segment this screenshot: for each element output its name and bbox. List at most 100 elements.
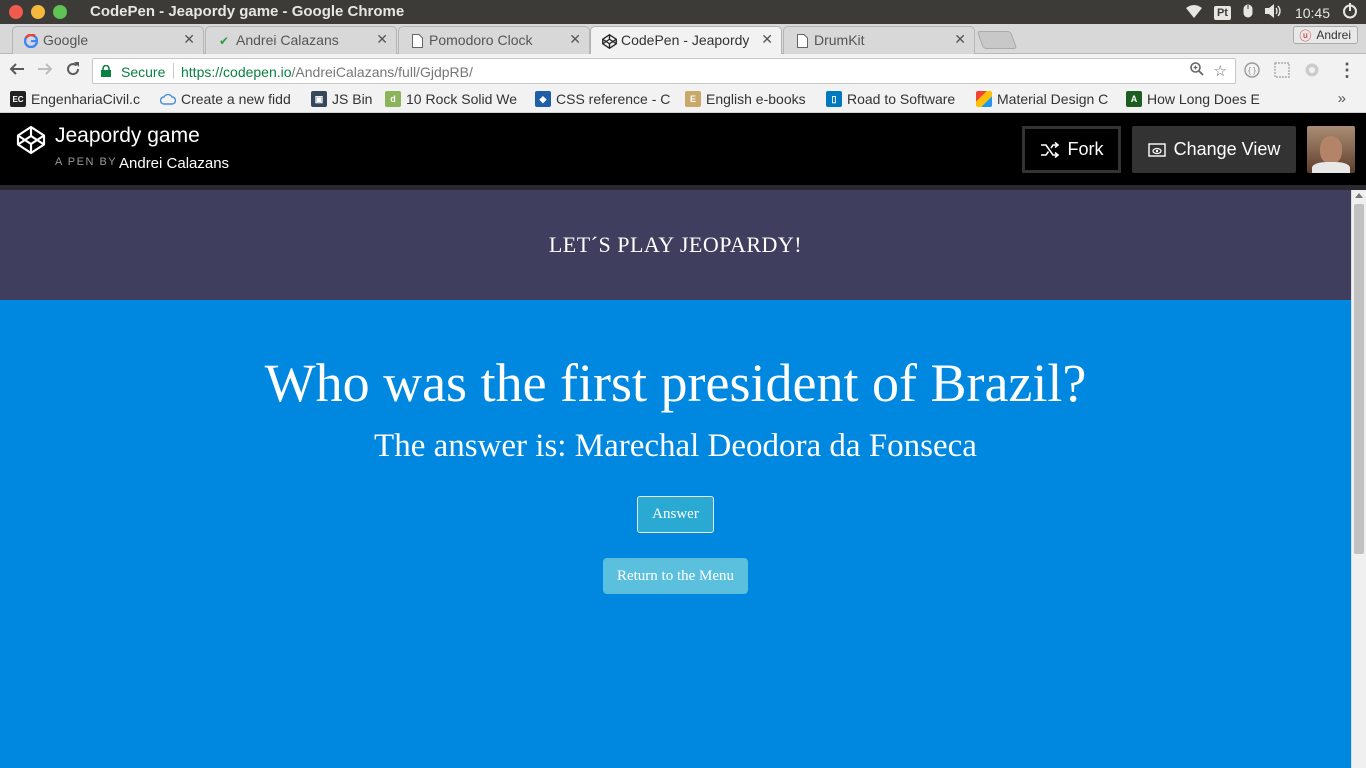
codepen-header: Jeapordy game A PEN BY Andrei Calazans F… <box>0 113 1366 185</box>
close-icon[interactable]: ✕ <box>183 31 195 48</box>
bookmark-item[interactable]: EC EngenhariaCivil.c <box>10 91 146 107</box>
profile-button[interactable]: ⓤ Andrei <box>1293 26 1358 44</box>
zoom-icon[interactable] <box>1189 62 1204 80</box>
fork-icon <box>1040 141 1059 158</box>
tab-label: CodePen - Jeapordy game <box>621 32 749 48</box>
profile-name: Andrei <box>1316 28 1351 42</box>
avatar[interactable] <box>1307 126 1355 173</box>
tab-pomodoro-clock[interactable]: Pomodoro Clock ✕ <box>398 26 590 54</box>
book-icon: E <box>685 91 701 107</box>
answer-button[interactable]: Answer <box>637 496 714 533</box>
bookmark-item[interactable]: Create a new fidd <box>160 91 298 107</box>
address-bar[interactable]: Secure https://codepen.io/AndreiCalazans… <box>92 58 1236 84</box>
question-panel: Who was the first president of Brazil? T… <box>0 300 1351 768</box>
mouse-icon[interactable] <box>1243 4 1253 21</box>
pen-byline: A PEN BY <box>55 156 117 168</box>
maximize-window-button[interactable] <box>53 5 67 19</box>
extension-icon[interactable]: {} <box>1244 62 1260 82</box>
bookmark-star-icon[interactable]: ☆ <box>1214 62 1227 80</box>
close-icon[interactable]: ✕ <box>954 31 966 48</box>
volume-icon[interactable] <box>1264 4 1283 21</box>
new-tab-button[interactable] <box>976 31 1018 49</box>
secure-label[interactable]: Secure <box>121 64 165 80</box>
tab-label: Andrei Calazans <box>236 32 339 48</box>
svg-text:{}: {} <box>1247 66 1257 75</box>
url-text[interactable]: https://codepen.io/AndreiCalazans/full/G… <box>181 64 473 80</box>
arrow-left-icon <box>9 63 24 75</box>
close-icon[interactable]: ✕ <box>376 31 388 48</box>
bookmark-item[interactable]: Material Design C <box>976 91 1112 107</box>
omnibox-icons: ☆ <box>1189 62 1227 80</box>
avatar-face <box>1320 136 1342 164</box>
extension-icon[interactable] <box>1274 62 1290 82</box>
power-icon[interactable] <box>1342 3 1358 22</box>
trello-icon: ▯ <box>826 91 842 107</box>
page-scrollbar[interactable] <box>1351 190 1366 768</box>
codepen-logo-icon[interactable] <box>16 125 46 155</box>
return-to-menu-button[interactable]: Return to the Menu <box>603 558 748 594</box>
bookmarks-bar: EC EngenhariaCivil.c Create a new fidd ▣… <box>0 88 1366 113</box>
bookmark-item[interactable]: ▯ Road to Software <box>826 91 962 107</box>
minimize-window-button[interactable] <box>31 5 45 19</box>
wifi-icon[interactable] <box>1185 4 1202 21</box>
window-title: CodePen - Jeapordy game - Google Chrome <box>90 3 405 20</box>
lock-icon[interactable] <box>101 64 111 77</box>
tab-drumkit[interactable]: DrumKit ✕ <box>783 26 975 54</box>
fork-button[interactable]: Fork <box>1022 126 1121 173</box>
jsbin-icon: ▣ <box>311 91 327 107</box>
forward-button[interactable] <box>34 60 56 82</box>
css-icon: ◆ <box>535 91 551 107</box>
scrollbar-thumb[interactable] <box>1354 204 1364 554</box>
close-icon[interactable]: ✕ <box>569 31 581 48</box>
author-link[interactable]: Andrei Calazans <box>119 155 229 172</box>
game-banner: LET´S PLAY JEOPARDY! <box>0 190 1351 300</box>
pen-title: Jeapordy game <box>55 124 200 147</box>
bookmark-item[interactable]: E English e-books <box>685 91 815 107</box>
d-icon: d <box>385 91 401 107</box>
check-shield-icon: ✔ <box>218 34 230 48</box>
profile-icon: ⓤ <box>1299 29 1312 43</box>
window-controls <box>9 5 67 19</box>
change-view-button[interactable]: Change View <box>1132 126 1296 173</box>
bookmark-item[interactable]: ▣ JS Bin <box>311 91 377 107</box>
banner-title: LET´S PLAY JEOPARDY! <box>548 232 803 257</box>
change-view-label: Change View <box>1173 139 1281 159</box>
tab-codepen-jeapordy[interactable]: CodePen - Jeapordy game ✕ <box>590 26 782 54</box>
url-protocol: https:// <box>181 64 224 80</box>
scroll-up-icon[interactable] <box>1355 193 1363 198</box>
close-icon[interactable]: ✕ <box>761 31 773 48</box>
bookmark-item[interactable]: A How Long Does E <box>1126 91 1262 107</box>
answer-text: The answer is: Marechal Deodora da Fonse… <box>374 428 977 464</box>
more-bookmarks-icon[interactable]: » <box>1338 90 1346 107</box>
tab-google[interactable]: Google ✕ <box>12 26 204 54</box>
fork-label: Fork <box>1067 139 1104 159</box>
avatar-shirt <box>1312 162 1350 173</box>
os-title-bar: CodePen - Jeapordy game - Google Chrome … <box>0 0 1366 24</box>
url-path: /AndreiCalazans/full/GjdpRB/ <box>291 64 473 80</box>
question-text: Who was the first president of Brazil? <box>264 353 1087 413</box>
tab-label: DrumKit <box>814 32 865 48</box>
bookmark-item[interactable]: ◆ CSS reference - C <box>535 91 671 107</box>
arrow-right-icon <box>38 63 53 75</box>
codepen-icon <box>601 33 617 49</box>
cloud-icon <box>160 91 176 107</box>
close-window-button[interactable] <box>9 5 23 19</box>
ec-icon: EC <box>10 91 26 107</box>
keyboard-layout-indicator[interactable]: Pt <box>1213 5 1231 20</box>
back-button[interactable] <box>6 60 28 82</box>
tab-label: Google <box>43 32 89 48</box>
by-label: A PEN BY <box>55 156 118 168</box>
browser-toolbar: Secure https://codepen.io/AndreiCalazans… <box>0 54 1366 88</box>
eye-window-icon <box>1147 142 1166 157</box>
clock[interactable]: 10:45 <box>1295 5 1330 21</box>
document-icon <box>409 33 425 49</box>
tab-strip: Google ✕ ✔ Andrei Calazans ✕ Pomodoro Cl… <box>0 24 1366 54</box>
reload-button[interactable] <box>62 60 84 82</box>
bookmark-item[interactable]: d 10 Rock Solid We <box>385 91 521 107</box>
tab-andrei-calazans[interactable]: ✔ Andrei Calazans ✕ <box>205 26 397 54</box>
a-icon: A <box>1126 91 1142 107</box>
tab-label: Pomodoro Clock <box>429 32 533 48</box>
extension-icon[interactable] <box>1304 62 1320 82</box>
address-separator <box>173 63 174 79</box>
chrome-menu-icon[interactable]: ⋮ <box>1338 60 1356 81</box>
